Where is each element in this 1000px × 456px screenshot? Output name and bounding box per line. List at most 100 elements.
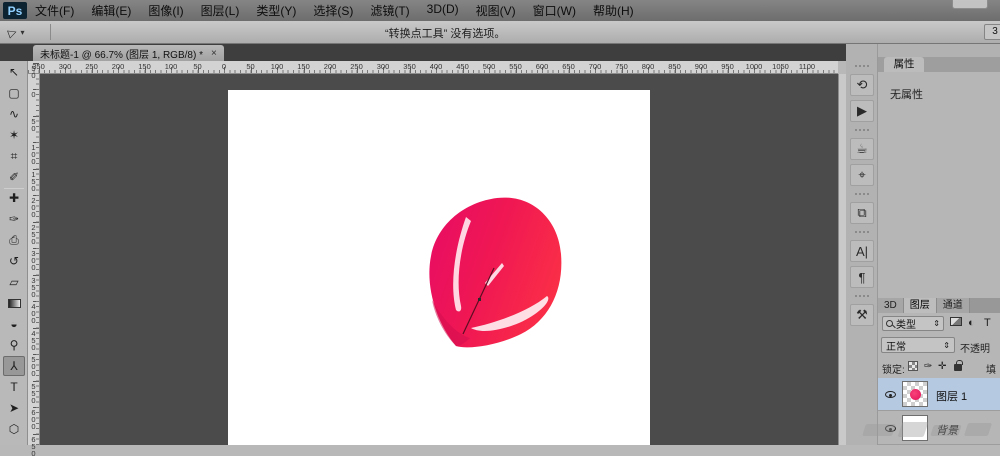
menu-item[interactable]: 图像(I) [148, 2, 183, 19]
brush-presets-panel-icon[interactable]: ☕ [850, 138, 874, 160]
menu-item[interactable]: 选择(S) [313, 2, 353, 19]
ruler-tick [489, 67, 490, 73]
properties-panel: 无属性 [878, 72, 1000, 298]
petal-thumbnail-blob [910, 389, 921, 400]
menu-item[interactable]: 编辑(E) [91, 2, 131, 19]
brush-tool[interactable]: ✑ [3, 209, 25, 229]
menu-item[interactable]: 类型(Y) [256, 2, 296, 19]
filter-kind-dropdown[interactable]: 类型 ⇕ [882, 316, 944, 331]
lock-position-icon[interactable]: ✛ [938, 361, 946, 372]
ruler-tick [33, 222, 39, 223]
petal-artwork [228, 90, 650, 445]
history-brush-tool[interactable]: ↺ [3, 251, 25, 271]
tools-panel: ↖▢∿✶⌗✐✚✑⎙↺▱ ◒⚲⅄T➤⬡ [0, 61, 28, 445]
options-separator [50, 24, 51, 40]
visibility-eye-icon[interactable] [885, 425, 896, 432]
eyedropper-tool[interactable]: ✐ [3, 167, 25, 187]
menu-item[interactable]: 图层(L) [201, 2, 240, 19]
close-icon[interactable]: × [211, 48, 217, 59]
layer-thumbnail[interactable] [902, 381, 928, 407]
paragraph-panel-icon[interactable]: ¶ [850, 266, 874, 288]
canvas[interactable] [228, 90, 650, 445]
history-panel-icon[interactable]: ⟲ [850, 74, 874, 96]
lasso-tool[interactable]: ∿ [3, 104, 25, 124]
ruler-label: 500 [29, 355, 38, 376]
document-tab[interactable]: 未标题-1 @ 66.7% (图层 1, RGB/8) * × [33, 45, 224, 61]
layer-row[interactable]: 背景 [878, 412, 1000, 445]
document-tab-title: 未标题-1 @ 66.7% (图层 1, RGB/8) * [40, 46, 203, 61]
crop-tool[interactable]: ⌗ [3, 146, 25, 166]
healing-brush-tool[interactable]: ✚ [3, 188, 25, 208]
ruler-tick [65, 67, 66, 73]
panel-group-grip [855, 193, 869, 195]
tab-图层[interactable]: 图层 [904, 298, 937, 313]
tab-3D[interactable]: 3D [878, 298, 904, 313]
blur-tool[interactable]: ◒ [3, 314, 25, 334]
menu-item[interactable]: 窗口(W) [533, 2, 576, 19]
workspace-button[interactable]: 3 [984, 24, 1000, 40]
ruler-tick [145, 67, 146, 73]
ruler-tick [33, 275, 39, 276]
path-selection-tool[interactable]: ➤ [3, 398, 25, 418]
tool-presets-panel-icon[interactable]: ⚒ [850, 304, 874, 326]
ruler-tick [357, 67, 358, 73]
layer-thumbnail[interactable] [902, 415, 928, 441]
properties-empty-text: 无属性 [890, 86, 923, 102]
ruler-label: 300 [29, 249, 38, 270]
menu-item[interactable]: 视图(V) [476, 2, 516, 19]
character-panel-icon[interactable]: A| [850, 240, 874, 262]
ruler-label: 150 [29, 170, 38, 191]
direct-select-arrow-icon: ▷ [6, 24, 18, 39]
ruler-tick [728, 67, 729, 73]
ruler-tick [33, 89, 39, 90]
vertical-scrollbar[interactable] [838, 74, 846, 445]
document-tab-bar: 未标题-1 @ 66.7% (图层 1, RGB/8) * × [0, 44, 846, 61]
ruler-tick [33, 116, 39, 117]
dodge-tool[interactable]: ⚲ [3, 335, 25, 355]
ruler-label: 200 [29, 196, 38, 217]
marquee-tool[interactable]: ▢ [3, 83, 25, 103]
visibility-eye-icon[interactable] [885, 391, 896, 398]
lock-paint-icon[interactable]: ✑ [924, 361, 932, 372]
blend-mode-dropdown[interactable]: 正常 ⇕ [881, 337, 955, 353]
ruler-tick [198, 67, 199, 73]
layer-filter-row: 类型 ⇕ ◐ T [878, 313, 1000, 335]
type-tool[interactable]: T [3, 377, 25, 397]
ruler-tick [277, 67, 278, 73]
move-tool[interactable]: ↖ [3, 62, 25, 82]
clone-source-panel-icon[interactable]: ⌖ [850, 164, 874, 186]
ruler-tick [542, 67, 543, 73]
layer-row[interactable]: 图层 1 [878, 378, 1000, 411]
current-tool-button[interactable]: ▷ ▾ [8, 24, 42, 40]
horizontal-ruler: 3503002502001501005005010015020025030035… [28, 61, 838, 74]
layer-comps-panel-icon[interactable]: ⧉ [850, 202, 874, 224]
magic-wand-tool[interactable]: ✶ [3, 125, 25, 145]
ruler-tick [33, 169, 39, 170]
pen-convert-point-tool[interactable]: ⅄ [3, 356, 25, 376]
updown-arrows-icon: ⇕ [943, 341, 950, 350]
adjustment-filter-icon[interactable]: ◐ [968, 317, 975, 329]
shape-tool[interactable]: ⬡ [3, 419, 25, 439]
pixel-filter-icon[interactable] [950, 317, 962, 326]
actions-panel-icon[interactable]: ▶ [850, 100, 874, 122]
menu-item[interactable]: 滤镜(T) [370, 2, 409, 19]
lock-all-icon[interactable] [954, 364, 962, 371]
tab-properties[interactable]: 属性 [884, 57, 924, 72]
menu-item[interactable]: 3D(D) [427, 2, 459, 19]
layer-name: 背景 [936, 422, 958, 438]
ruler-tick [33, 195, 39, 196]
tab-通道[interactable]: 通道 [937, 298, 970, 313]
ruler-tick [304, 67, 305, 73]
ruler-tick [675, 67, 676, 73]
eraser-tool[interactable]: ▱ [3, 272, 25, 292]
lock-transparent-pixels-icon[interactable] [908, 361, 918, 371]
lock-label: 锁定: [882, 361, 905, 376]
ruler-tick [383, 67, 384, 73]
layers-tab-row: 3D图层通道 [878, 298, 1000, 313]
clone-stamp-tool[interactable]: ⎙ [3, 230, 25, 250]
menu-item[interactable]: 文件(F) [35, 2, 74, 19]
menu-item[interactable]: 帮助(H) [593, 2, 634, 19]
gradient-tool[interactable] [3, 293, 25, 313]
ruler-tick [33, 63, 39, 64]
type-filter-icon[interactable]: T [984, 317, 991, 329]
